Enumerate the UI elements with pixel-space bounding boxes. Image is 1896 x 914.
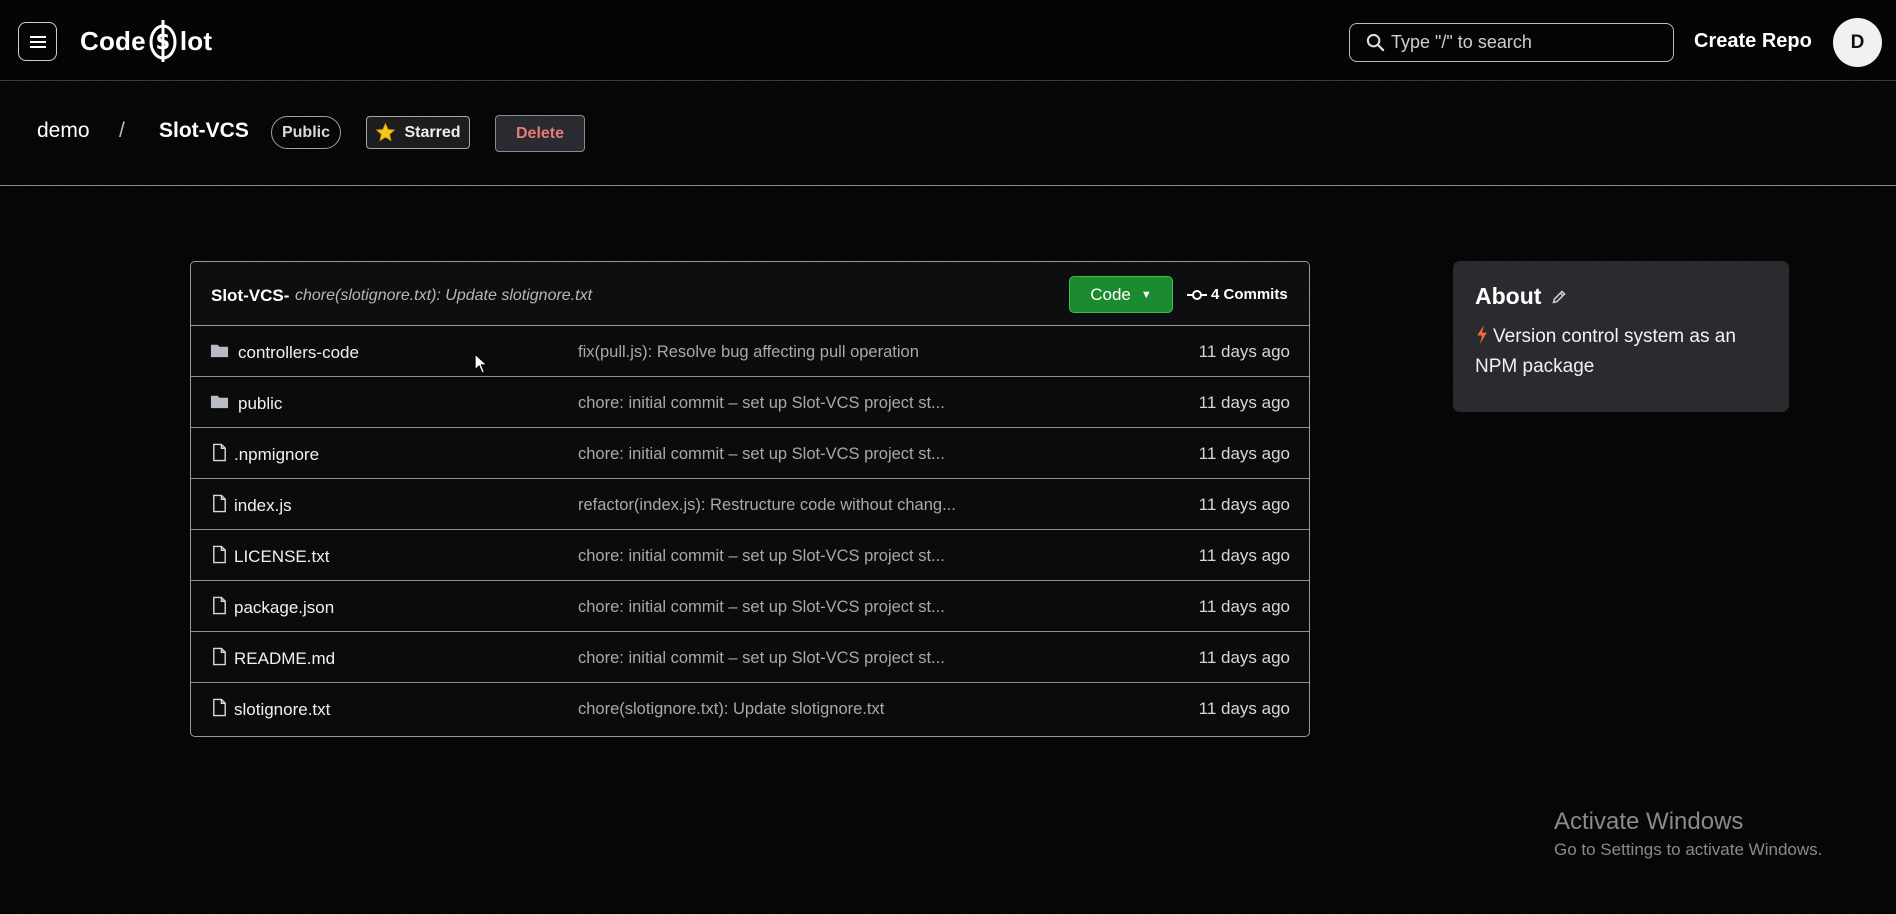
top-nav: Code S lot Create Repo D [0,0,1896,81]
commit-time: 11 days ago [1198,495,1290,514]
commit-time: 11 days ago [1198,393,1290,412]
commit-time: 11 days ago [1198,648,1290,667]
commits-count: 4 Commits [1211,286,1288,303]
logo-text-left: Code [80,25,146,56]
file-name[interactable]: README.md [234,649,335,669]
commit-message[interactable]: chore: initial commit – set up Slot-VCS … [578,598,945,617]
file-row[interactable]: index.js refactor(index.js): Restructure … [191,479,1309,530]
file-row[interactable]: package.json chore: initial commit – set … [191,581,1309,632]
avatar[interactable]: D [1833,18,1882,67]
commit-time: 11 days ago [1198,699,1290,718]
file-name[interactable]: index.js [234,496,292,516]
folder-row[interactable]: public chore: initial commit – set up Slo… [191,377,1309,428]
file-list: Slot-VCS- chore(slotignore.txt): Update … [190,261,1310,737]
folder-icon [210,344,229,358]
pencil-icon[interactable] [1551,288,1568,305]
commit-time: 11 days ago [1198,597,1290,616]
file-row[interactable]: slotignore.txt chore(slotignore.txt): Upd… [191,683,1309,734]
commit-message[interactable]: chore: initial commit – set up Slot-VCS … [578,394,945,413]
file-name[interactable]: .npmignore [234,445,319,465]
star-button[interactable]: Starred [366,116,470,149]
commit-message[interactable]: fix(pull.js): Resolve bug affecting pull… [578,343,919,362]
search-input[interactable] [1391,32,1661,53]
code-dropdown-button[interactable]: Code ▼ [1069,276,1173,313]
about-title: About [1475,283,1542,309]
commits-link[interactable]: 4 Commits [1187,286,1288,303]
file-icon [213,443,226,462]
folder-row[interactable]: controllers-code fix(pull.js): Resolve bu… [191,326,1309,377]
about-description: Version control system as an NPM package [1475,322,1767,382]
lightning-bolt-icon [1477,325,1487,344]
search-icon [1366,33,1385,52]
logo[interactable]: Code S lot [80,20,212,62]
commit-time: 11 days ago [1198,444,1290,463]
about-description-text: Version control system as an NPM package [1475,326,1736,377]
commit-message[interactable]: refactor(index.js): Restructure code wit… [578,496,956,515]
file-icon [213,545,226,564]
commit-icon [1187,289,1207,300]
about-title-row: About [1475,283,1767,310]
mouse-cursor-icon [474,353,488,374]
file-name[interactable]: LICENSE.txt [234,547,329,567]
file-icon [213,596,226,615]
latest-commit-message[interactable]: chore(slotignore.txt): Update slotignore… [295,287,592,305]
commit-message[interactable]: chore: initial commit – set up Slot-VCS … [578,547,945,566]
svg-text:S: S [156,30,171,54]
file-list-header: Slot-VCS- chore(slotignore.txt): Update … [191,262,1309,326]
file-icon [213,698,226,717]
star-button-label: Starred [404,123,461,141]
delete-button[interactable]: Delete [495,115,585,152]
commit-message[interactable]: chore(slotignore.txt): Update slotignore… [578,700,884,719]
commit-time: 11 days ago [1198,546,1290,565]
dollar-coin-icon: S [148,19,178,63]
file-name[interactable]: controllers-code [238,343,359,363]
latest-commit-repo: Slot-VCS- [211,286,290,305]
windows-activation-watermark: Activate Windows Go to Settings to activ… [1554,808,1822,860]
file-icon [213,647,226,666]
watermark-title: Activate Windows [1554,808,1744,835]
create-repo-link[interactable]: Create Repo [1694,30,1812,53]
commit-time: 11 days ago [1198,342,1290,361]
repo-header: demo / Slot-VCS Public Starred Delete [0,81,1896,186]
commit-message[interactable]: chore: initial commit – set up Slot-VCS … [578,445,945,464]
about-panel: About Version control system as an NPM p… [1453,261,1789,412]
file-row[interactable]: README.md chore: initial commit – set up … [191,632,1309,683]
file-name[interactable]: slotignore.txt [234,700,330,720]
watermark-subtitle: Go to Settings to activate Windows. [1554,840,1823,859]
caret-down-icon: ▼ [1140,288,1152,301]
star-icon [376,122,396,142]
breadcrumb-separator: / [119,119,125,142]
file-row[interactable]: .npmignore chore: initial commit – set up… [191,428,1309,479]
logo-text-right: lot [179,25,213,56]
folder-icon [210,395,229,409]
commit-message[interactable]: chore: initial commit – set up Slot-VCS … [578,649,945,668]
search-box[interactable] [1349,23,1674,62]
file-name[interactable]: package.json [234,598,334,618]
visibility-badge: Public [271,116,341,149]
repo-owner-link[interactable]: demo [37,119,90,143]
file-name[interactable]: public [238,394,282,414]
repo-name-link[interactable]: Slot-VCS [159,119,249,143]
hamburger-icon [29,35,46,48]
hamburger-menu-button[interactable] [18,22,57,61]
file-icon [213,494,226,513]
file-row[interactable]: LICENSE.txt chore: initial commit – set u… [191,530,1309,581]
code-button-label: Code [1090,284,1131,304]
